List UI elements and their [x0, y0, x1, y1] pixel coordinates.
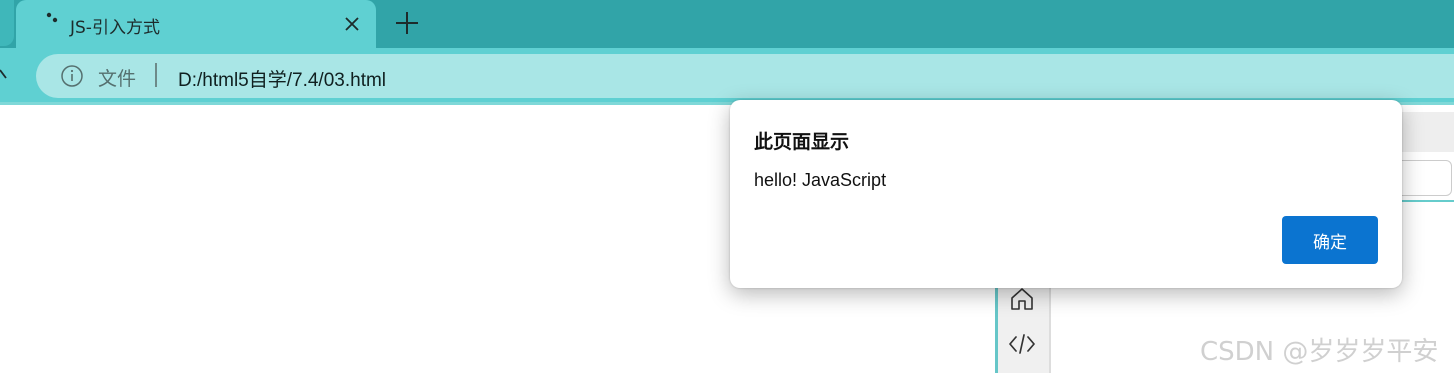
watermark: CSDN @岁岁岁平安: [1200, 337, 1439, 367]
browser-toolbar: 文件 D:/html5自学/7.4/03.html: [0, 48, 1454, 104]
address-separator: [155, 63, 157, 87]
address-bar[interactable]: 文件 D:/html5自学/7.4/03.html: [36, 54, 1454, 98]
tab-strip: JS-引入方式: [0, 0, 1454, 48]
code-icon[interactable]: [1008, 332, 1036, 356]
back-arrow-icon[interactable]: [0, 68, 10, 82]
home-icon[interactable]: [1009, 286, 1035, 312]
previous-tab-edge[interactable]: [0, 0, 14, 46]
tab-title: JS-引入方式: [70, 18, 160, 38]
dialog-message: hello! JavaScript: [754, 170, 887, 190]
new-tab-plus-icon[interactable]: [394, 10, 420, 36]
active-tab[interactable]: JS-引入方式: [16, 0, 376, 48]
alert-dialog: 此页面显示 hello! JavaScript 确定: [730, 100, 1402, 288]
dialog-title: 此页面显示: [754, 131, 850, 153]
ok-button[interactable]: 确定: [1282, 216, 1378, 264]
url-text[interactable]: D:/html5自学/7.4/03.html: [178, 65, 386, 92]
scheme-label: 文件: [98, 68, 137, 90]
loading-dots-icon: [46, 12, 58, 23]
info-icon[interactable]: [60, 64, 84, 88]
close-icon[interactable]: [342, 14, 362, 34]
